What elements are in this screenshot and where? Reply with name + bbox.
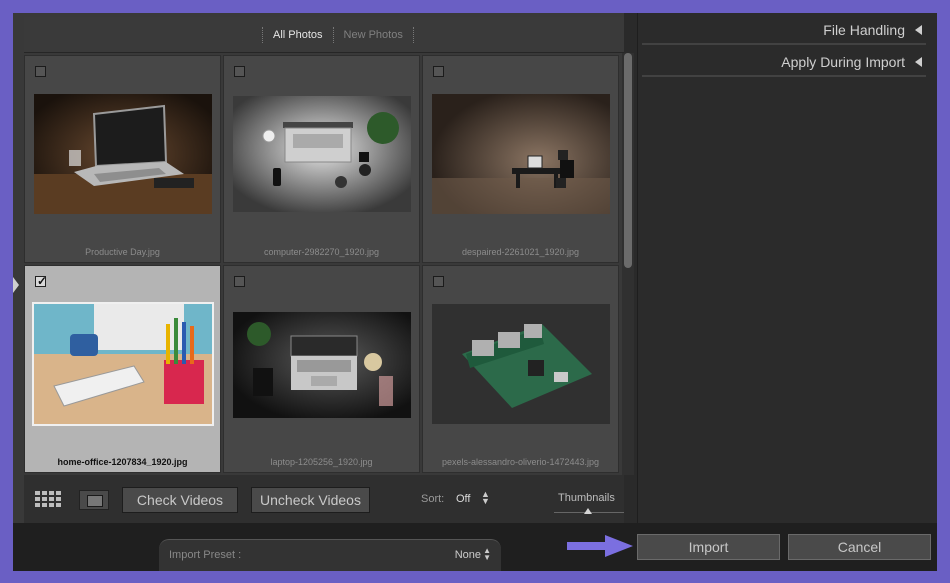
- check-videos-button[interactable]: Check Videos: [122, 487, 238, 513]
- photo-cell[interactable]: pexels-alessandro-oliverio-1472443.jpg: [422, 265, 619, 473]
- tab-new-photos[interactable]: New Photos: [340, 29, 407, 41]
- sort-dropdown[interactable]: Off: [456, 493, 470, 505]
- photo-filename: Productive Day.jpg: [85, 247, 160, 257]
- grid-view-icon[interactable]: [34, 490, 64, 510]
- section-title: File Handling: [823, 22, 905, 38]
- dialog-footer: Import Preset : None ▲ ▼ Import Cancel: [13, 523, 937, 571]
- section-file-handling[interactable]: File Handling: [642, 17, 926, 45]
- photo-filename: computer-2982270_1920.jpg: [263, 247, 380, 257]
- photo-filename: pexels-alessandro-oliverio-1472443.jpg: [441, 457, 600, 467]
- photo-checkbox[interactable]: [433, 66, 444, 77]
- photo-cell-selected[interactable]: ✓ home-office-1207834_1920.jpg: [24, 265, 221, 473]
- tab-all-photos[interactable]: All Photos: [269, 29, 327, 41]
- sort-updown-icon[interactable]: ▲ ▼: [481, 490, 490, 506]
- uncheck-videos-button[interactable]: Uncheck Videos: [251, 487, 370, 513]
- source-tabs-bar: All Photos New Photos: [24, 17, 624, 53]
- photo-cell[interactable]: despaired-2261021_1920.jpg: [422, 55, 619, 263]
- photo-checkbox[interactable]: [433, 276, 444, 287]
- cancel-button[interactable]: Cancel: [788, 534, 931, 560]
- thumbnails-label: Thumbnails: [558, 492, 615, 504]
- sort-label: Sort:: [421, 493, 445, 505]
- tab-separator: [262, 27, 263, 43]
- tab-separator: [332, 27, 334, 43]
- import-preset-bar[interactable]: Import Preset : None ▲ ▼: [159, 539, 501, 571]
- photo-checkbox[interactable]: ✓: [35, 274, 48, 288]
- preset-label: Import Preset :: [169, 549, 242, 561]
- photo-thumbnail[interactable]: [233, 96, 411, 212]
- photo-thumbnail[interactable]: [34, 94, 212, 214]
- photo-grid-panel: All Photos New Photos Productive Day.jpg…: [13, 13, 634, 523]
- photo-filename: home-office-1207834_1920.jpg: [57, 457, 188, 467]
- preset-dropdown[interactable]: None: [455, 549, 481, 561]
- photo-thumbnail[interactable]: [233, 312, 411, 418]
- thumbnail-grid: Productive Day.jpg computer-2982270_1920…: [24, 55, 621, 473]
- photo-checkbox[interactable]: [234, 276, 245, 287]
- collapse-triangle-icon[interactable]: [915, 25, 922, 35]
- photo-filename: despaired-2261021_1920.jpg: [461, 247, 580, 257]
- photo-cell[interactable]: laptop-1205256_1920.jpg: [223, 265, 420, 473]
- slider-knob[interactable]: [584, 508, 592, 514]
- loupe-view-icon[interactable]: [79, 490, 109, 510]
- tab-separator: [412, 27, 414, 43]
- source-tabs: All Photos New Photos: [256, 25, 420, 45]
- scrollbar-thumb[interactable]: [624, 53, 632, 268]
- collapse-triangle-icon[interactable]: [915, 57, 922, 67]
- grid-scrollbar[interactable]: [622, 53, 634, 475]
- grid-toolbar: Check Videos Uncheck Videos Sort: Off ▲ ▼…: [24, 475, 624, 523]
- photo-filename: laptop-1205256_1920.jpg: [270, 457, 373, 467]
- right-panel: File Handling Apply During Import: [637, 13, 937, 523]
- photo-thumbnail[interactable]: [432, 94, 610, 214]
- photo-cell[interactable]: Productive Day.jpg: [24, 55, 221, 263]
- photo-thumbnail[interactable]: [432, 304, 610, 424]
- checkmark-icon: ✓: [37, 274, 48, 288]
- photo-cell[interactable]: computer-2982270_1920.jpg: [223, 55, 420, 263]
- section-apply-during-import[interactable]: Apply During Import: [642, 49, 926, 77]
- import-dialog: All Photos New Photos Productive Day.jpg…: [13, 13, 937, 571]
- arrow-right-icon: [567, 535, 633, 557]
- photo-thumbnail[interactable]: [32, 302, 214, 426]
- preset-updown-icon[interactable]: ▲ ▼: [483, 547, 491, 562]
- section-title: Apply During Import: [781, 54, 905, 70]
- photo-checkbox[interactable]: [234, 66, 245, 77]
- photo-checkbox[interactable]: [35, 66, 46, 77]
- left-panel-expand-icon[interactable]: [13, 277, 19, 293]
- import-button[interactable]: Import: [637, 534, 780, 560]
